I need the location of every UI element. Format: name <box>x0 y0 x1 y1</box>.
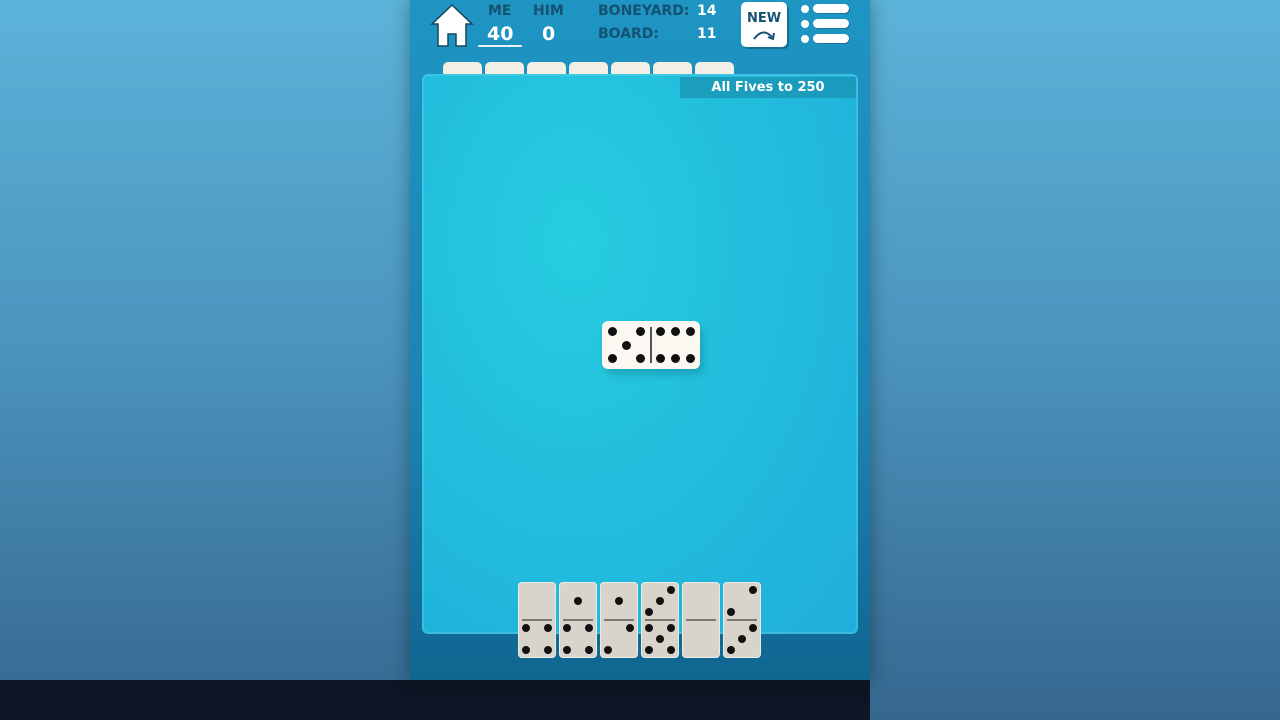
pip <box>604 645 613 654</box>
pip <box>645 624 654 633</box>
hand-domino[interactable] <box>682 582 720 658</box>
pip <box>685 353 695 363</box>
boneyard-value: 14 <box>697 3 717 19</box>
pip <box>543 645 552 654</box>
domino-half-top <box>682 582 720 620</box>
domino-half-top <box>641 582 679 620</box>
redo-arrow-icon <box>753 31 775 41</box>
board-label: BOARD: <box>598 26 660 42</box>
opponent-tile <box>485 62 524 74</box>
pip <box>574 597 582 605</box>
player-hand <box>518 582 761 658</box>
domino-half-bottom <box>600 620 638 658</box>
home-icon[interactable] <box>430 2 474 48</box>
pip <box>625 624 634 633</box>
pip <box>608 327 618 337</box>
pip <box>727 645 736 654</box>
him-score: 0 <box>542 23 556 45</box>
opponent-tile <box>653 62 692 74</box>
pip <box>656 327 666 337</box>
pip <box>522 624 531 633</box>
domino-half-left <box>602 321 651 369</box>
opponent-tiles <box>443 62 734 74</box>
pip <box>563 624 572 633</box>
domino-half-bottom <box>723 620 761 658</box>
me-label: ME <box>488 3 512 19</box>
opponent-tile <box>611 62 650 74</box>
opponent-tile <box>569 62 608 74</box>
pip <box>666 624 675 633</box>
domino-half-right <box>651 321 700 369</box>
pip <box>656 635 664 643</box>
domino-half-bottom <box>641 620 679 658</box>
hand-domino[interactable] <box>518 582 556 658</box>
opponent-tile <box>443 62 482 74</box>
rule-badge: All Fives to 250 <box>680 77 856 98</box>
active-player-indicator <box>478 45 522 47</box>
him-label: HIM <box>533 3 564 19</box>
game-screen: ME 40 HIM 0 BONEYARD: 14 BOARD: 11 NEW A… <box>410 0 870 680</box>
pip <box>608 353 618 363</box>
pip <box>685 327 695 337</box>
pip <box>615 597 623 605</box>
domino-half-top <box>518 582 556 620</box>
domino-half-bottom <box>559 620 597 658</box>
pip <box>656 353 666 363</box>
opponent-tile <box>695 62 734 74</box>
game-board: All Fives to 250 <box>422 74 858 634</box>
pip <box>748 624 757 633</box>
pip <box>671 327 680 337</box>
new-game-button[interactable]: NEW <box>741 2 787 47</box>
domino-half-top <box>559 582 597 620</box>
pip <box>666 586 675 595</box>
board-value: 11 <box>697 26 717 42</box>
pip <box>645 645 654 654</box>
pip <box>584 645 593 654</box>
pip <box>522 645 531 654</box>
pip <box>671 353 680 363</box>
pip <box>727 607 736 616</box>
hand-domino[interactable] <box>559 582 597 658</box>
domino-half-bottom <box>682 620 720 658</box>
pip <box>635 327 645 337</box>
bottom-bar <box>0 680 870 720</box>
domino-half-bottom <box>518 620 556 658</box>
pip <box>738 635 746 643</box>
domino-half-top <box>723 582 761 620</box>
opponent-tile <box>527 62 566 74</box>
pip <box>584 624 593 633</box>
pip <box>563 645 572 654</box>
pip <box>622 340 631 350</box>
menu-button[interactable] <box>801 4 851 46</box>
pip <box>543 624 552 633</box>
pip <box>748 586 757 595</box>
new-game-label: NEW <box>746 11 782 26</box>
me-score: 40 <box>487 23 514 45</box>
hand-domino[interactable] <box>600 582 638 658</box>
pip <box>635 353 645 363</box>
domino-half-top <box>600 582 638 620</box>
hand-domino[interactable] <box>723 582 761 658</box>
pip <box>666 645 675 654</box>
board-domino <box>602 321 700 369</box>
boneyard-label: BONEYARD: <box>598 3 690 19</box>
pip <box>656 597 664 605</box>
hand-domino[interactable] <box>641 582 679 658</box>
pip <box>645 607 654 616</box>
